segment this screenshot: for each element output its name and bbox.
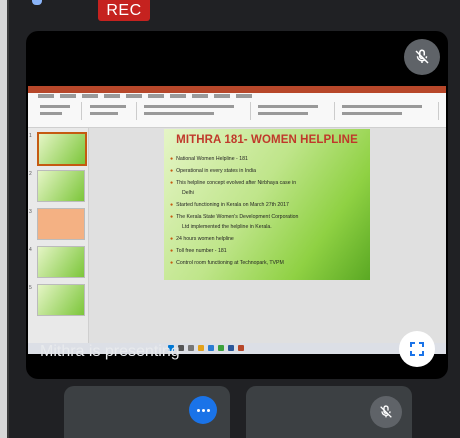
bullet-text: Control room functioning at Technopark, … bbox=[176, 260, 284, 266]
mic-off-glyph bbox=[380, 405, 392, 418]
ribbon-group-clipboard bbox=[36, 102, 82, 120]
ribbon-group-font bbox=[140, 102, 251, 120]
slide-bullet: ● The Kerala State Women's Development Co… bbox=[170, 214, 298, 220]
bullet-icon: ● bbox=[170, 248, 174, 254]
ribbon-tab bbox=[104, 94, 120, 98]
bullet-icon: ● bbox=[170, 214, 174, 220]
bullet-icon: ● bbox=[170, 260, 174, 266]
ribbon-group-paragraph bbox=[254, 102, 335, 120]
slide-thumbnail[interactable] bbox=[37, 208, 85, 240]
participant-tile[interactable] bbox=[64, 386, 230, 438]
mic-off-icon[interactable] bbox=[370, 396, 402, 428]
edge-icon bbox=[208, 345, 214, 351]
ribbon-tab bbox=[148, 94, 164, 98]
bullet-text: 24 hours women helpline bbox=[176, 236, 234, 242]
more-dots-icon[interactable] bbox=[189, 396, 217, 424]
slide-bullet: ● Operational in every states in India bbox=[170, 168, 256, 174]
slide-thumbnails: 1 2 3 4 5 bbox=[28, 128, 89, 343]
slide-number: 5 bbox=[29, 285, 32, 291]
ribbon-tab bbox=[60, 94, 76, 98]
mic-off-glyph bbox=[415, 49, 429, 64]
slide-editor: MITHRA 181- WOMEN HELPLINE ● National Wom… bbox=[89, 128, 446, 343]
slide-title: MITHRA 181- WOMEN HELPLINE bbox=[176, 134, 358, 146]
ribbon-tab bbox=[192, 94, 208, 98]
chrome-icon bbox=[218, 345, 224, 351]
ribbon-group-slides bbox=[86, 102, 137, 120]
mic-off-icon[interactable] bbox=[404, 39, 440, 75]
ribbon-tab bbox=[170, 94, 186, 98]
current-slide: MITHRA 181- WOMEN HELPLINE ● National Wom… bbox=[164, 129, 370, 280]
bullet-text: This helpline concept evolved after Nirb… bbox=[176, 180, 297, 186]
word-icon bbox=[228, 345, 234, 351]
bullet-text: Started functioning in Kerala on March 2… bbox=[176, 202, 289, 208]
fullscreen-icon[interactable] bbox=[399, 331, 435, 367]
ribbon-group-drawing bbox=[338, 102, 439, 120]
slide-thumbnail[interactable] bbox=[37, 132, 87, 166]
bullet-text: Operational in every states in India bbox=[176, 168, 257, 174]
slide-thumbnail[interactable] bbox=[37, 284, 85, 316]
slide-thumbnail[interactable] bbox=[37, 170, 85, 202]
slide-bullet: ● Started functioning in Kerala on March … bbox=[170, 202, 289, 208]
ribbon-tab bbox=[82, 94, 98, 98]
slide-thumbnail[interactable] bbox=[37, 246, 85, 278]
folder-icon bbox=[198, 345, 204, 351]
slide-bullet: ● Toll free number - 181 bbox=[170, 248, 227, 254]
bullet-text: National Women Helpline - 181 bbox=[176, 156, 248, 162]
bullet-text: The Kerala State Women's Development Cor… bbox=[176, 214, 299, 220]
left-edge-divider bbox=[7, 0, 9, 438]
slide-bullet: ● 24 hours women helpline bbox=[170, 236, 234, 242]
slide-bullet: ● Control room functioning at Technopark,… bbox=[170, 260, 284, 266]
bullet-continuation: Delhi bbox=[182, 190, 194, 196]
ribbon-title-bar bbox=[28, 86, 446, 93]
powerpoint-icon bbox=[238, 345, 244, 351]
speaker-notes-pane bbox=[89, 284, 446, 294]
slide-bullet: ● National Women Helpline - 181 bbox=[170, 156, 248, 162]
ribbon-tab bbox=[38, 94, 54, 98]
bullet-icon: ● bbox=[170, 156, 174, 162]
bullet-text: Toll free number - 181 bbox=[176, 248, 227, 254]
ribbon-tabs bbox=[38, 94, 252, 100]
bullet-icon: ● bbox=[170, 236, 174, 242]
status-indicator-icon bbox=[32, 0, 42, 5]
slide-bullet: ● This helpline concept evolved after Nir… bbox=[170, 180, 296, 186]
presenter-label: Mithra is presenting bbox=[40, 343, 180, 360]
presentation-tile[interactable]: 1 2 3 4 5 MITHRA 181- WOMEN HELPLINE ● Na… bbox=[26, 31, 448, 379]
slide-number: 4 bbox=[29, 247, 32, 253]
ribbon-tab bbox=[236, 94, 252, 98]
participant-tile[interactable] bbox=[246, 386, 412, 438]
shared-screen: 1 2 3 4 5 MITHRA 181- WOMEN HELPLINE ● Na… bbox=[28, 86, 446, 354]
slide-number: 3 bbox=[29, 209, 32, 215]
bullet-icon: ● bbox=[170, 180, 174, 186]
rec-badge: REC bbox=[98, 0, 150, 21]
slide-number: 2 bbox=[29, 171, 32, 177]
fullscreen-glyph bbox=[410, 342, 424, 356]
ribbon-tab bbox=[214, 94, 230, 98]
bullet-icon: ● bbox=[170, 168, 174, 174]
bullet-icon: ● bbox=[170, 202, 174, 208]
bullet-continuation: Ltd implemented the helpline in Kerala. bbox=[182, 224, 272, 230]
slide-number: 1 bbox=[29, 133, 32, 139]
powerpoint-ribbon bbox=[28, 86, 446, 128]
ribbon-tab bbox=[126, 94, 142, 98]
taskview-icon bbox=[188, 345, 194, 351]
